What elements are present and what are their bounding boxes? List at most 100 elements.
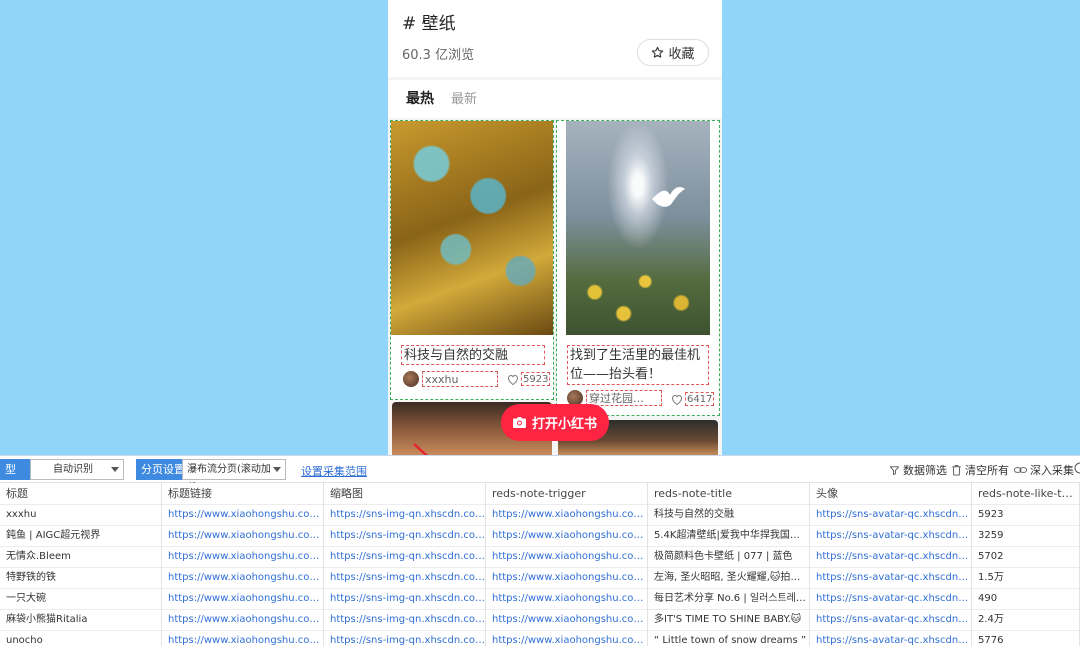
topic-title: # 壁纸 — [402, 14, 456, 34]
table-cell[interactable]: https://www.xiaohongshu.com/disco... — [486, 505, 648, 526]
star-icon — [652, 46, 664, 58]
table-cell: 左海, 圣火昭昭, 圣火耀耀,🐱拍照姿... — [648, 568, 810, 589]
type-select[interactable]: 自动识别 — [30, 459, 124, 480]
table-cell: 2.4万 — [972, 610, 1080, 631]
like-button[interactable]: 6417 — [671, 392, 715, 406]
table-cell[interactable]: https://sns-avatar-qc.xhscdn.com/av... — [810, 505, 972, 526]
column-header[interactable]: reds-note-title — [648, 483, 810, 505]
open-app-button[interactable]: 打开小红书 — [501, 404, 609, 441]
like-count: 6417 — [685, 392, 715, 406]
table-row[interactable]: 鈍鱼 | AIGC超元视界 https://www.xiaohongshu.com… — [0, 526, 1080, 547]
table-row[interactable]: 特野铁的铁https://www.xiaohongshu.com/user/..… — [0, 568, 1080, 589]
table-cell[interactable]: https://www.xiaohongshu.com/disco... — [486, 526, 648, 547]
table-header: 标题 标题链接 缩略图 reds-note-trigger reds-note-titl… — [0, 483, 1080, 505]
table-cell[interactable]: https://www.xiaohongshu.com/disco... — [486, 610, 648, 631]
table-cell[interactable]: https://www.xiaohongshu.com/user/... — [162, 589, 324, 610]
table-cell: 每日艺术分享 No.6 | 일러스트레이... — [648, 589, 810, 610]
table-cell: 特野铁的铁 — [0, 568, 162, 589]
table-cell[interactable]: https://sns-avatar-qc.xhscdn.com/av... — [810, 568, 972, 589]
collect-button[interactable]: 收藏 — [637, 39, 709, 66]
table-cell[interactable]: https://www.xiaohongshu.com/user/... — [162, 610, 324, 631]
clear-all-label: 清空所有 — [965, 464, 1009, 477]
table-cell[interactable]: https://www.xiaohongshu.com/user/... — [162, 631, 324, 646]
table-cell: xxxhu — [0, 505, 162, 526]
table-cell[interactable]: https://www.xiaohongshu.com/user/... — [162, 547, 324, 568]
table-cell: 麻袋小熊猫Ritalia — [0, 610, 162, 631]
table-cell[interactable]: https://www.xiaohongshu.com/user/... — [162, 505, 324, 526]
note-cover-image[interactable] — [566, 121, 710, 335]
note-author[interactable]: xxxhu — [403, 371, 498, 387]
column-header[interactable]: reds-note-trigger — [486, 483, 648, 505]
table-cell[interactable]: https://www.xiaohongshu.com/user/... — [162, 568, 324, 589]
table-cell[interactable]: https://sns-img-qn.xhscdn.com/1040... — [324, 589, 486, 610]
topic-page: # 壁纸 60.3 亿浏览 收藏 最热 最新 科技与自然的交融 xxxhu 59… — [388, 0, 722, 455]
clock-icon[interactable] — [1074, 462, 1080, 474]
clear-all-button[interactable]: 清空所有 — [951, 462, 1009, 478]
table-cell: 5702 — [972, 547, 1080, 568]
deep-collect-button[interactable]: 深入采集 — [1014, 462, 1074, 478]
heart-icon — [671, 394, 683, 405]
table-row[interactable]: xxxhuhttps://www.xiaohongshu.com/user/..… — [0, 505, 1080, 526]
set-range-link[interactable]: 设置采集范围 — [301, 463, 367, 479]
like-count: 5923 — [521, 372, 551, 386]
table-cell[interactable]: https://www.xiaohongshu.com/disco... — [486, 547, 648, 568]
type-label: 型 — [0, 459, 30, 480]
table-cell[interactable]: https://sns-img-qn.xhscdn.com/1040... — [324, 526, 486, 547]
column-header[interactable]: 头像 — [810, 483, 972, 505]
table-cell[interactable]: https://www.xiaohongshu.com/disco... — [486, 631, 648, 646]
note-title[interactable]: 科技与自然的交融 — [401, 345, 545, 365]
table-cell[interactable]: https://sns-img-qn.xhscdn.com/1040... — [324, 631, 486, 646]
table-cell[interactable]: https://sns-avatar-qc.xhscdn.com/av... — [810, 631, 972, 646]
tab-hot[interactable]: 最热 — [406, 88, 434, 108]
note-cover-image[interactable] — [391, 121, 553, 335]
table-cell[interactable]: https://sns-avatar-qc.xhscdn.com/av... — [810, 589, 972, 610]
trash-icon — [952, 464, 961, 476]
table-cell[interactable]: https://sns-img-qn.xhscdn.com/1040... — [324, 547, 486, 568]
column-header[interactable]: 标题链接 — [162, 483, 324, 505]
filter-label: 数据筛选 — [903, 464, 947, 477]
author-name: 穿过花园… — [586, 390, 662, 406]
column-header[interactable]: 标题 — [0, 483, 162, 505]
filter-button[interactable]: 数据筛选 — [889, 462, 947, 478]
table-cell: 多IT'S TIME TO SHINE BABY.🐱 — [648, 610, 810, 631]
table-cell: 一只大碗 — [0, 589, 162, 610]
column-header[interactable]: reds-note-like-text — [972, 483, 1080, 505]
note-card[interactable]: 找到了生活里的最佳机位——抬头看！ 穿过花园… 6417 — [556, 120, 720, 416]
filter-icon — [889, 465, 900, 475]
table-row[interactable]: unochohttps://www.xiaohongshu.com/user/.… — [0, 631, 1080, 646]
note-title[interactable]: 找到了生活里的最佳机位——抬头看！ — [567, 345, 709, 385]
like-button[interactable]: 5923 — [507, 372, 551, 386]
paging-select[interactable]: 瀑布流分页(滚动加载) — [182, 459, 286, 494]
heart-icon — [507, 374, 519, 385]
table-cell: 3259 — [972, 526, 1080, 547]
table-row[interactable]: 麻袋小熊猫Ritalia https://www.xiaohongshu.com/… — [0, 610, 1080, 631]
table-row[interactable]: 无情众.Bleemhttps://www.xiaohongshu.com/use… — [0, 547, 1080, 568]
avatar — [403, 371, 419, 387]
table-cell: 5.4K超清壁纸|爱我中华捍我国威 | 国... — [648, 526, 810, 547]
table-cell[interactable]: https://sns-img-qn.xhscdn.com/spect... — [324, 568, 486, 589]
table-cell[interactable]: https://sns-avatar-qc.xhscdn.com/av... — [810, 526, 972, 547]
table-cell[interactable]: https://www.xiaohongshu.com/disco... — [486, 568, 648, 589]
table-cell[interactable]: https://www.xiaohongshu.com/disco... — [486, 589, 648, 610]
table-cell[interactable]: https://sns-img-qn.xhscdn.com/1000... — [324, 610, 486, 631]
camera-icon — [512, 417, 526, 428]
collector-toolbar: 型 自动识别 分页设置 瀑布流分页(滚动加载) 设置采集范围 数据筛选 清空所有… — [0, 456, 1080, 494]
column-header[interactable]: 缩略图 — [324, 483, 486, 505]
view-count: 60.3 亿浏览 — [402, 48, 475, 63]
table-row[interactable]: 一只大碗https://www.xiaohongshu.com/user/...… — [0, 589, 1080, 610]
table-cell: 490 — [972, 589, 1080, 610]
table-cell: 5923 — [972, 505, 1080, 526]
table-cell[interactable]: https://sns-avatar-qc.xhscdn.com/av... — [810, 547, 972, 568]
table-cell[interactable]: https://sns-img-qn.xhscdn.com/spect... — [324, 505, 486, 526]
table-cell: 1.5万 — [972, 568, 1080, 589]
table-cell: 鈍鱼 | AIGC超元视界 — [0, 526, 162, 547]
chevron-down-icon — [111, 467, 119, 472]
note-card[interactable]: 科技与自然的交融 xxxhu 5923 — [390, 120, 554, 400]
deep-collect-label: 深入采集 — [1030, 464, 1074, 477]
table-cell: 极简颜料色卡壁纸 | 077 | 蓝色 — [648, 547, 810, 568]
table-cell[interactable]: https://www.xiaohongshu.com/user/... — [162, 526, 324, 547]
link-icon — [1014, 467, 1027, 473]
table-cell[interactable]: https://sns-avatar-qc.xhscdn.com/av... — [810, 610, 972, 631]
chevron-down-icon — [273, 467, 281, 472]
tab-new[interactable]: 最新 — [451, 88, 477, 107]
